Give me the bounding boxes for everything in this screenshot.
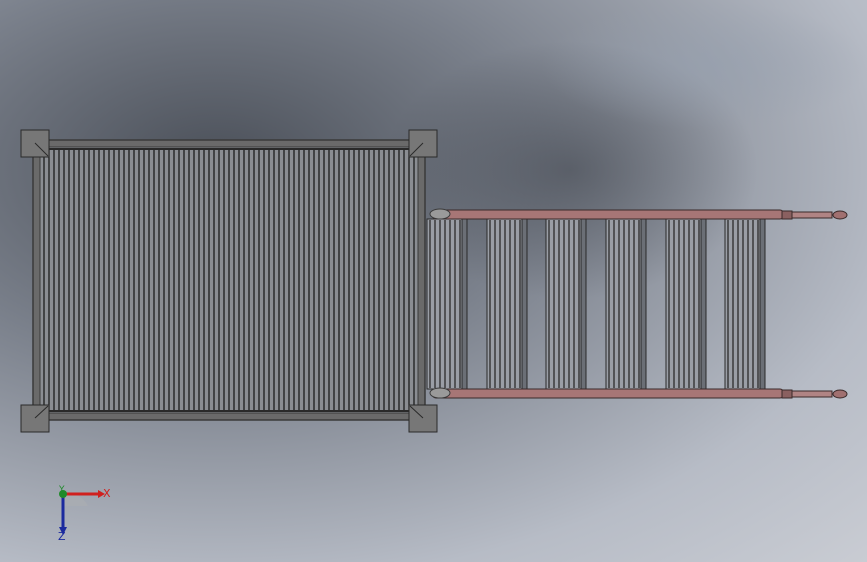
ladder-tread xyxy=(605,218,647,390)
ladder-tread xyxy=(545,218,587,390)
ladder-rail-top xyxy=(429,208,848,220)
ladder-tread xyxy=(486,218,528,390)
corner-post-top-right xyxy=(408,129,438,158)
platform[interactable] xyxy=(20,129,438,433)
x-axis-label: X xyxy=(103,487,111,500)
corner-post-bottom-right xyxy=(408,404,438,433)
ladder-tread xyxy=(724,218,766,390)
ladder-tread xyxy=(665,218,707,390)
ladder[interactable] xyxy=(426,208,848,399)
model-view[interactable] xyxy=(0,0,867,562)
graphics-viewport[interactable]: X Y Z xyxy=(0,0,867,562)
ladder-treads xyxy=(426,218,766,390)
y-axis-label: Y xyxy=(59,485,65,495)
ladder-rail-bottom xyxy=(429,387,848,399)
corner-post-bottom-left xyxy=(20,404,50,433)
ladder-tread xyxy=(426,218,468,390)
corner-post-top-left xyxy=(20,129,50,158)
z-axis-label: Z xyxy=(58,530,66,543)
